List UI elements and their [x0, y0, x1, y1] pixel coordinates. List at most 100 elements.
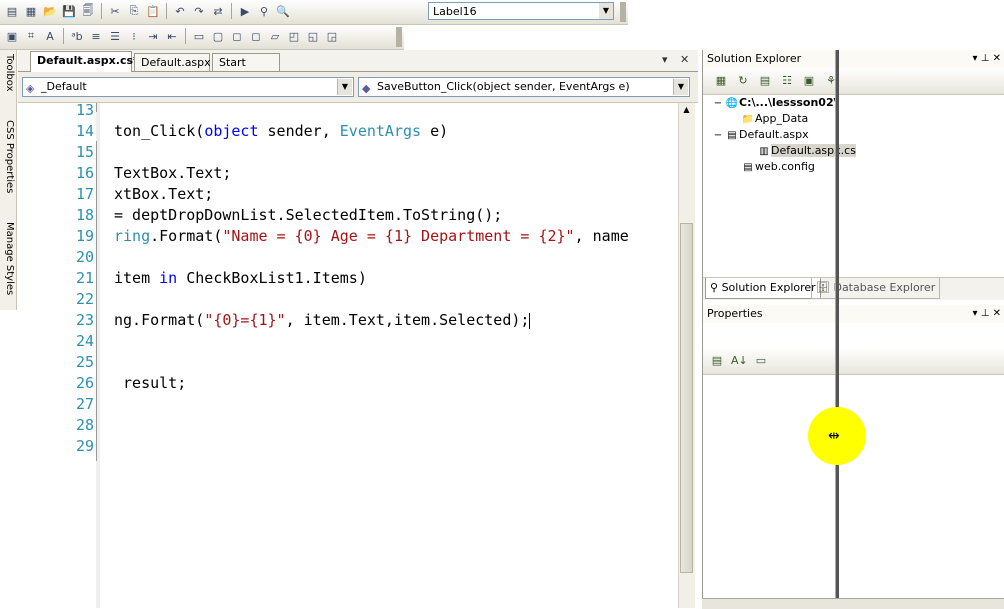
tab-start-page[interactable]: Start Page: [212, 53, 280, 87]
code-line[interactable]: = deptDropDownList.SelectedItem.ToString…: [114, 205, 502, 226]
code-token: result;: [114, 374, 187, 392]
chevron-down-icon[interactable]: ▼: [673, 79, 688, 95]
align-left-icon[interactable]: ≡: [88, 28, 104, 44]
open-icon[interactable]: 📂: [42, 3, 58, 19]
class-icon: ◈: [26, 82, 35, 95]
show-all-icon[interactable]: ▤: [757, 73, 773, 89]
bookmark-prev-icon[interactable]: ◱: [305, 28, 321, 44]
uncomment-icon[interactable]: ◻: [248, 28, 264, 44]
bold-icon[interactable]: ᵃb: [69, 28, 85, 44]
chevron-down-icon[interactable]: ▼: [337, 79, 352, 95]
left-dock-strip: Toolbox CSS Properties Manage Styles: [0, 50, 17, 310]
member-combo[interactable]: ◆ SaveButton_Click(object sender, EventA…: [358, 77, 690, 97]
code-token: EventArgs: [339, 122, 422, 140]
tab-list-icon[interactable]: ▾: [662, 53, 668, 66]
css-properties-tab[interactable]: CSS Properties: [1, 120, 15, 193]
code-line[interactable]: ton_Click(object sender, EventArgs e): [114, 121, 448, 142]
line-number: 13: [75, 103, 94, 119]
categorized-icon[interactable]: ▤: [709, 353, 725, 369]
copy-icon[interactable]: ⎘: [126, 3, 142, 19]
redo-icon[interactable]: ↷: [191, 3, 207, 19]
code-line[interactable]: result;: [114, 373, 186, 394]
indent-icon[interactable]: ⇥: [145, 28, 161, 44]
find-icon[interactable]: 🔍: [275, 3, 291, 19]
cut-icon[interactable]: ✂: [107, 3, 123, 19]
list-icon[interactable]: ⁝: [126, 28, 142, 44]
code-token: , name: [574, 227, 629, 245]
scroll-up-icon[interactable]: ▲: [680, 105, 693, 119]
toolbox-tab[interactable]: Toolbox: [1, 54, 15, 92]
code-navigation-bar: ◈ _Default ▼ ◆ SaveButton_Click(object s…: [18, 72, 698, 103]
format-icon[interactable]: ⌗: [23, 28, 39, 44]
code-token: sender,: [258, 122, 340, 140]
toolbar-grip[interactable]: [396, 27, 402, 47]
refresh-icon[interactable]: ↻: [735, 73, 751, 89]
close-icon[interactable]: ✕: [680, 53, 689, 66]
navigate-icon[interactable]: ⇄: [210, 3, 226, 19]
window-splitter[interactable]: [835, 50, 839, 608]
view-designer-icon[interactable]: ▣: [801, 73, 817, 89]
tab-default-aspx[interactable]: Default.aspx: [134, 53, 211, 71]
bookmark-next-icon[interactable]: ◰: [286, 28, 302, 44]
property-pages-icon[interactable]: ▭: [753, 353, 769, 369]
tree-node[interactable]: − ▤ Default.aspx: [711, 128, 809, 143]
save-icon[interactable]: 💾: [61, 3, 77, 19]
code-token: ton_Click(: [114, 122, 205, 140]
properties-icon[interactable]: ▣: [4, 28, 20, 44]
collapse-icon[interactable]: −: [711, 129, 725, 143]
tab-solution-explorer[interactable]: ⚲ Solution Explorer: [705, 278, 821, 299]
code-token: xtBox.Text;: [114, 185, 214, 203]
box-icon[interactable]: ▭: [191, 28, 207, 44]
solution-explorer-toolbar: ▦ ↻ ▤ ☷ ▣ ⚘: [703, 68, 1004, 95]
attach-icon[interactable]: ⚲: [256, 3, 272, 19]
toolbar-separator: [63, 28, 64, 44]
add-item-icon[interactable]: ▦: [23, 3, 39, 19]
code-line[interactable]: ring.Format("Name = {0} Age = {1} Depart…: [114, 226, 629, 247]
standard-toolbar-icons: ▤ ▦ 📂 💾 🗐 ✂ ⎘ 📋 ↶ ↷ ⇄ ▶ ⚲ 🔍: [4, 3, 291, 19]
properties-title-bar: Properties ▾ ⊥ ✕: [703, 305, 1004, 323]
manage-styles-tab[interactable]: Manage Styles: [1, 222, 15, 295]
properties-icon[interactable]: ▦: [713, 73, 729, 89]
frame-icon[interactable]: ▢: [210, 28, 226, 44]
code-line[interactable]: TextBox.Text;: [114, 163, 231, 184]
tree-node[interactable]: ▤ web.config: [727, 160, 815, 175]
code-line[interactable]: item in CheckBoxList1.Items): [114, 268, 367, 289]
panel-window-buttons[interactable]: ▾ ⊥ ✕: [973, 305, 1001, 323]
class-combo-value: _Default: [41, 80, 87, 93]
view-code-icon[interactable]: ☷: [779, 73, 795, 89]
text-icon[interactable]: A: [42, 28, 58, 44]
panel-window-buttons[interactable]: ▾ ⊥ ✕: [973, 50, 1001, 68]
line-number: 18: [75, 206, 94, 224]
scrollbar-thumb[interactable]: [680, 223, 693, 573]
line-number: 20: [75, 248, 94, 266]
comment-icon[interactable]: ◻: [229, 28, 245, 44]
alphabetical-icon[interactable]: A↓: [731, 353, 748, 369]
tab-database-explorer[interactable]: 🗄 Database Explorer: [811, 278, 941, 299]
tree-node[interactable]: − 🌐C:\...\lessson02\: [711, 96, 838, 111]
database-explorer-tab-label: Database Explorer: [833, 281, 936, 294]
code-line[interactable]: ng.Format("{0}={1}", item.Text,item.Sele…: [114, 310, 531, 331]
undo-icon[interactable]: ↶: [172, 3, 188, 19]
line-number: 26: [75, 374, 94, 392]
align-center-icon[interactable]: ☰: [107, 28, 123, 44]
new-project-icon[interactable]: ▤: [4, 3, 20, 19]
code-token: TextBox.Text;: [114, 164, 232, 182]
clear-bookmark-icon[interactable]: ◲: [324, 28, 340, 44]
bookmark-icon[interactable]: ▱: [267, 28, 283, 44]
collapse-icon[interactable]: −: [711, 97, 725, 111]
paste-icon[interactable]: 📋: [145, 3, 161, 19]
tree-node[interactable]: 📁App_Data: [727, 112, 809, 127]
save-all-icon[interactable]: 🗐: [80, 3, 96, 19]
class-combo[interactable]: ◈ _Default ▼: [22, 77, 354, 97]
code-line[interactable]: xtBox.Text;: [114, 184, 213, 205]
code-token: e): [421, 122, 449, 140]
tab-default-aspx-cs[interactable]: Default.aspx.cs*: [30, 51, 139, 72]
outdent-icon[interactable]: ⇤: [164, 28, 180, 44]
code-editor[interactable]: 13 14 15 16 17 18 19 20 21 22 23 24 25 26 27 28 29 ton_C…: [18, 103, 678, 608]
chevron-down-icon[interactable]: ▼: [599, 3, 613, 19]
find-combo[interactable]: Label16 ▼: [428, 2, 614, 20]
code-token: CheckBoxList1.Items): [177, 269, 367, 287]
start-icon[interactable]: ▶: [237, 3, 253, 19]
editor-vertical-scrollbar[interactable]: ▲: [678, 103, 695, 608]
toolbar-grip[interactable]: [620, 2, 626, 22]
